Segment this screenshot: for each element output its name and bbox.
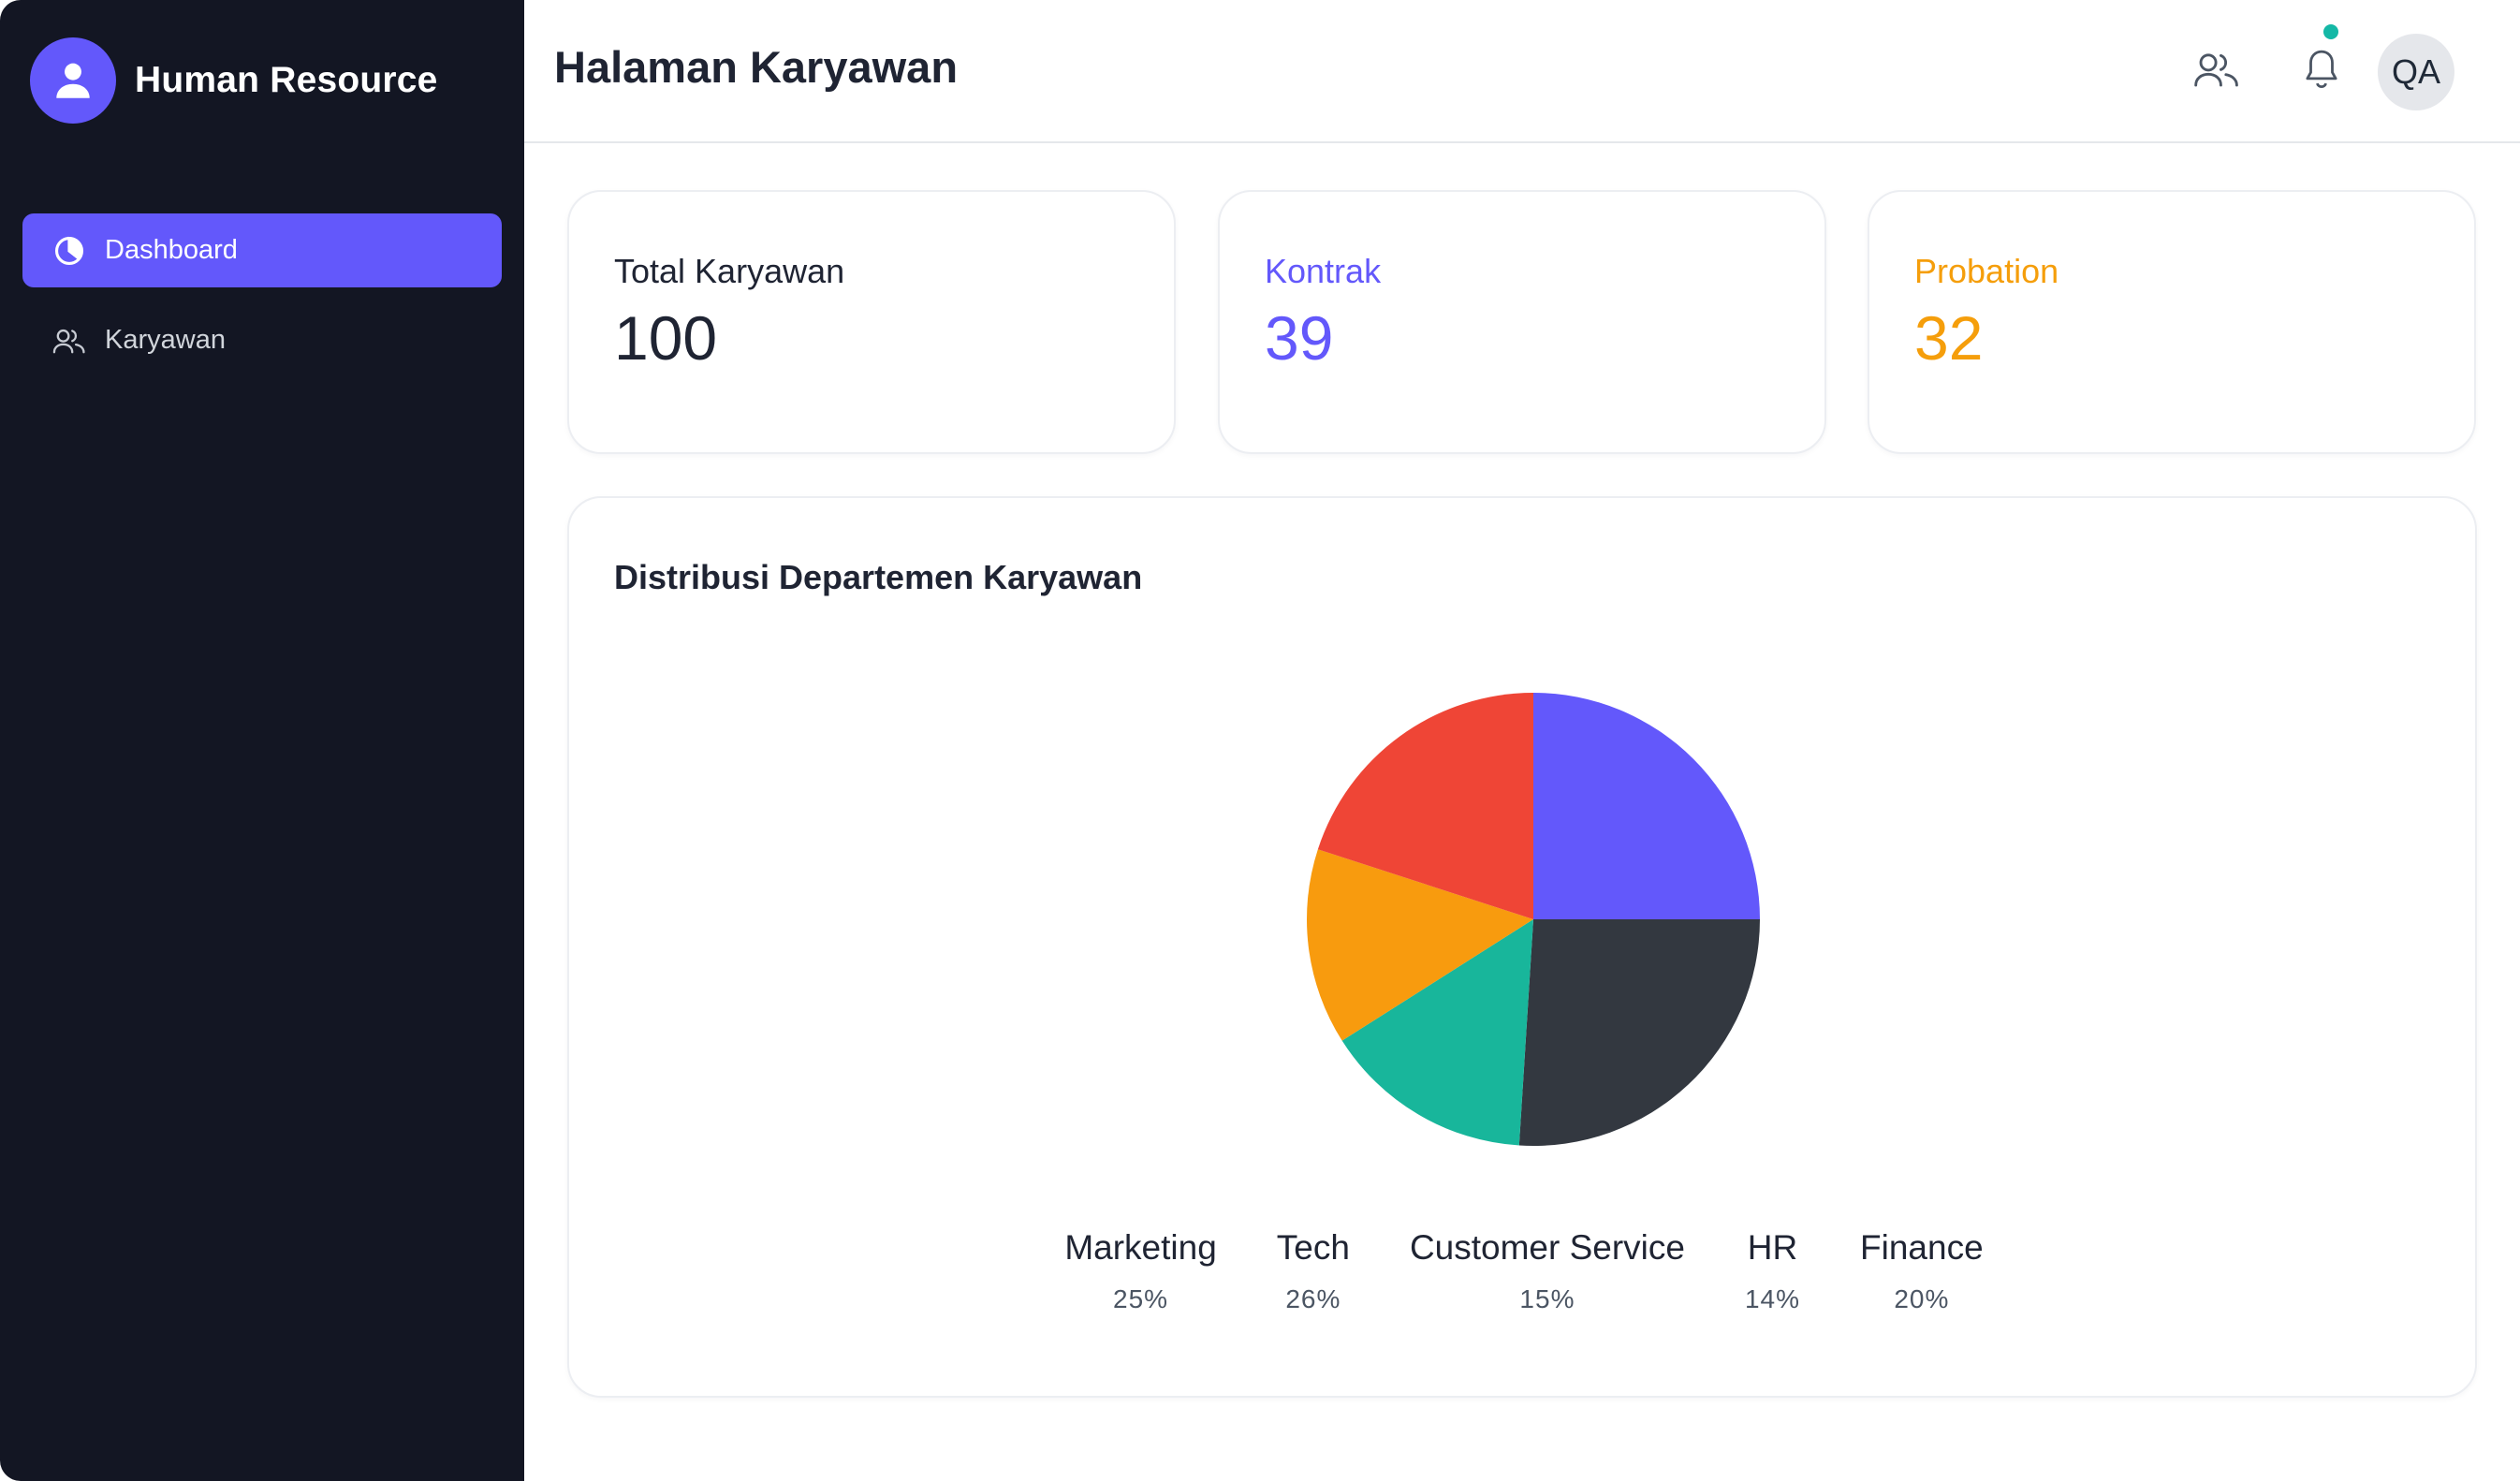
users-icon — [2193, 51, 2240, 93]
chart-title: Distribusi Departemen Karyawan — [614, 558, 1143, 596]
legend-value: 26% — [1285, 1284, 1341, 1313]
stat-value: 32 — [1914, 303, 1984, 373]
legend-item: Finance 20% — [1860, 1228, 1984, 1314]
department-chart-card: Distribusi Departemen Karyawan Marketing… — [567, 496, 2477, 1398]
stat-label: Kontrak — [1265, 252, 1382, 290]
legend-item: Customer Service 15% — [1410, 1228, 1685, 1314]
legend-label: Tech — [1276, 1228, 1350, 1267]
legend-label: HR — [1747, 1228, 1798, 1267]
legend-value: 15% — [1519, 1284, 1575, 1313]
sidebar-item-karyawan[interactable]: Karyawan — [22, 303, 502, 377]
bell-icon — [2303, 48, 2340, 95]
pie-chart — [1307, 693, 1760, 1146]
notification-dot — [2323, 24, 2338, 39]
users-button[interactable] — [2179, 34, 2254, 109]
stat-label: Probation — [1914, 252, 2059, 290]
legend-label: Customer Service — [1409, 1228, 1685, 1267]
legend-label: Finance — [1860, 1228, 1984, 1267]
top-header: Halaman Karyawan QA — [524, 0, 2520, 143]
sidebar-item-label: Karyawan — [105, 325, 226, 355]
sidebar-item-label: Dashboard — [105, 235, 238, 265]
stat-value: 100 — [614, 303, 718, 373]
stat-value: 39 — [1265, 303, 1334, 373]
brand: Human Resource — [30, 37, 438, 124]
stat-card-total: Total Karyawan 100 — [567, 190, 1176, 454]
users-icon — [52, 324, 86, 358]
legend-value: 14% — [1744, 1284, 1801, 1313]
legend-value: 25% — [1113, 1284, 1169, 1313]
sidebar-item-dashboard[interactable]: Dashboard — [22, 213, 502, 287]
chart-legend: Marketing 25% Tech 26% Customer Service 15% HR… — [569, 1228, 2479, 1314]
sidebar: Human Resource Dashboard Karyawan — [0, 0, 524, 1481]
stat-card-probation: Probation 32 — [1868, 190, 2476, 454]
brand-title: Human Resource — [135, 60, 438, 100]
legend-value: 20% — [1894, 1284, 1950, 1313]
pie-chart-icon — [52, 234, 86, 268]
main-content: Total Karyawan 100 Kontrak 39 Probation … — [524, 145, 2520, 1481]
avatar[interactable]: QA — [2378, 34, 2454, 110]
pie-slice-marketing — [1533, 693, 1760, 919]
legend-item: Marketing 25% — [1064, 1228, 1216, 1314]
stat-label: Total Karyawan — [614, 252, 845, 290]
pie-slice-tech — [1518, 919, 1760, 1146]
user-icon — [30, 37, 116, 124]
legend-item: HR 14% — [1745, 1228, 1800, 1314]
legend-item: Tech 26% — [1277, 1228, 1350, 1314]
legend-label: Marketing — [1064, 1228, 1217, 1267]
sidebar-nav: Dashboard Karyawan — [22, 213, 502, 393]
stat-card-kontrak: Kontrak 39 — [1218, 190, 1826, 454]
notifications-button[interactable] — [2284, 34, 2359, 109]
page-title: Halaman Karyawan — [554, 42, 959, 92]
